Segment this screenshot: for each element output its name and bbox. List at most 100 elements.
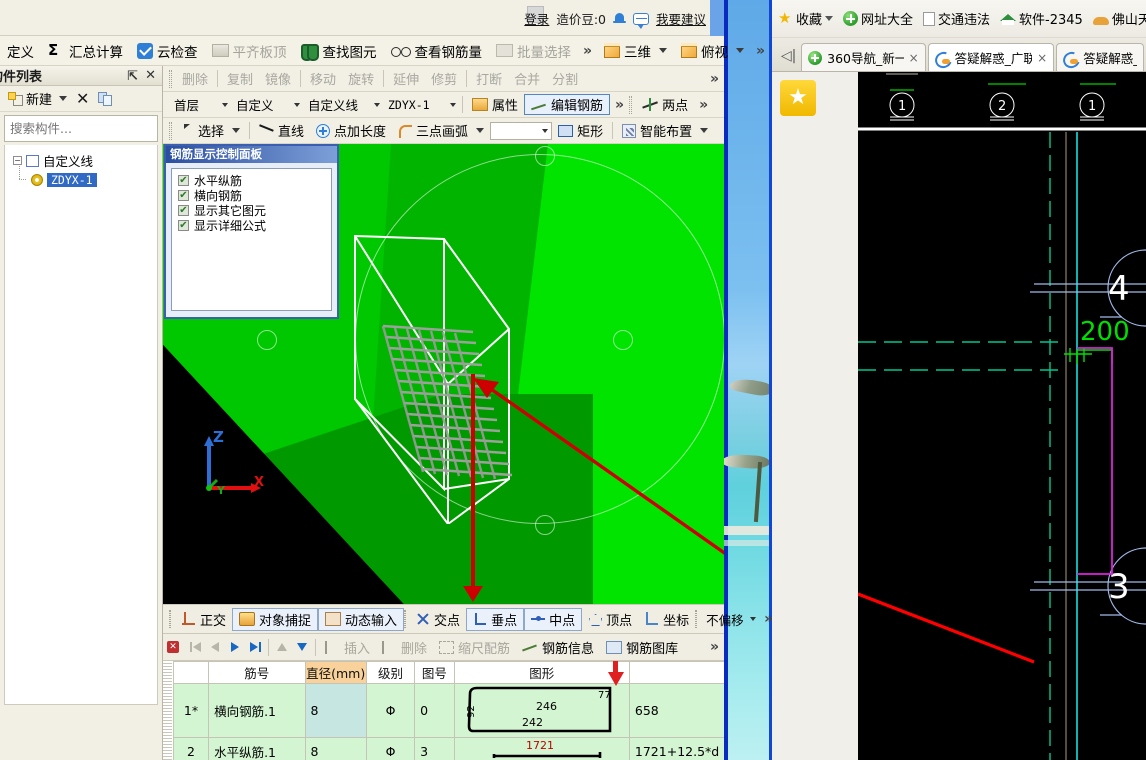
toolbar-grip[interactable] [629, 95, 633, 114]
floor-selector[interactable]: 首层 [169, 95, 231, 114]
col-header-shape[interactable]: 图形 [453, 661, 630, 684]
cell-formula[interactable]: 1721+12.5*d [628, 737, 724, 760]
two-point-overflow[interactable]: » [694, 97, 713, 113]
orbit-handle-top[interactable] [535, 146, 555, 166]
toolbar-grip[interactable] [169, 69, 172, 88]
chevron-down-icon[interactable] [736, 48, 745, 53]
close-icon[interactable]: × [909, 51, 919, 65]
cad-drawing-view[interactable]: 1 2 1 4 3 200 [858, 72, 1146, 760]
chevron-down-icon[interactable] [450, 102, 456, 107]
login-link[interactable]: 登录 [524, 9, 549, 28]
pin-icon[interactable]: ⇱ [127, 69, 138, 84]
chevron-down-icon[interactable] [825, 16, 834, 21]
edit-rebar-button[interactable]: 编辑钢筋 [524, 94, 611, 115]
chevron-down-icon[interactable] [542, 128, 549, 133]
member-selector[interactable]: ZDYX-1 [383, 95, 459, 114]
tool-copy[interactable]: 复制 [221, 68, 259, 90]
tool-point-length[interactable]: 点加长度 [310, 120, 392, 142]
menu-item-summary-calc[interactable]: Σ 汇总计算 [41, 38, 130, 64]
chevron-down-icon[interactable] [374, 102, 380, 107]
first-record-button[interactable] [185, 637, 205, 657]
checkbox-checked-icon[interactable]: ✔ [178, 205, 189, 216]
menu-item-top-view[interactable]: 俯视 [674, 38, 751, 64]
snap-midpoint[interactable]: 中点 [524, 607, 583, 631]
tool-break[interactable]: 打断 [470, 68, 508, 90]
cell-diameter[interactable]: 8 [304, 683, 367, 738]
cell-grade[interactable]: Φ [365, 737, 416, 760]
last-record-button[interactable] [245, 637, 265, 657]
close-icon[interactable]: ✕ [167, 641, 179, 653]
menu-overflow-button-right[interactable]: » [751, 43, 770, 59]
speech-bubble-icon[interactable] [632, 12, 649, 29]
checkbox-row[interactable]: ✔ 显示其它图元 [178, 203, 331, 218]
move-down-button[interactable] [292, 637, 312, 657]
chevron-down-icon[interactable] [232, 128, 241, 133]
tab-qa-second[interactable]: 答疑解惑_ [1056, 43, 1144, 71]
checkbox-row[interactable]: ✔ 水平纵筋 [178, 173, 331, 188]
cell-formula[interactable]: 658 [628, 683, 724, 738]
checkbox-checked-icon[interactable]: ✔ [178, 220, 189, 231]
cell-bar-no[interactable]: 横向钢筋.1 [208, 683, 306, 738]
chevron-down-icon[interactable] [476, 128, 485, 133]
tool-line[interactable]: 直线 [253, 120, 310, 142]
col-header-bar-no[interactable]: 筋号 [208, 661, 306, 684]
bookmark-foshan-weather[interactable]: 佛山天气 [1092, 9, 1146, 28]
delete-x-icon[interactable]: ✕ [76, 90, 89, 106]
chevron-down-icon[interactable] [294, 102, 300, 107]
tool-three-point-arc[interactable]: 三点画弧 [392, 120, 490, 142]
rebar-info-button[interactable]: 钢筋信息 [516, 636, 600, 658]
context-toolbar-overflow[interactable]: » [610, 97, 629, 113]
orbit-handle-left[interactable] [257, 330, 277, 350]
cell-grade[interactable]: Φ [365, 683, 416, 738]
col-header-formula[interactable]: 计算公式 [628, 661, 724, 684]
new-component-button[interactable]: 新建 [8, 89, 68, 108]
tree-item-zdyx1[interactable]: ZDYX-1 [5, 166, 157, 189]
toolbar-grip[interactable] [695, 610, 698, 628]
suggestion-link[interactable]: 我要建议 [656, 9, 706, 28]
prev-record-button[interactable] [205, 637, 225, 657]
snap-vertex[interactable]: 顶点 [582, 608, 638, 631]
menu-item-batch-select[interactable]: 批量选择 [489, 38, 578, 64]
col-header-grade[interactable]: 级别 [365, 661, 416, 684]
insert-row-button[interactable]: 插入 [319, 636, 376, 658]
table-row[interactable]: 1* 横向钢筋.1 8 Φ 0 92 77 246 242 658 [172, 661, 724, 738]
snap-intersection[interactable]: 交点 [410, 608, 466, 631]
tree-expand-icon[interactable]: − [13, 156, 22, 165]
bookmark-traffic-violation[interactable]: 交通违法 [923, 9, 990, 28]
chevron-down-icon[interactable] [750, 617, 757, 621]
cell-diameter[interactable]: 8 [304, 737, 367, 760]
next-record-button[interactable] [225, 637, 245, 657]
cell-bar-no[interactable]: 水平纵筋.1 [208, 737, 306, 760]
tool-rotate[interactable]: 旋转 [342, 68, 380, 90]
scale-rebar-button[interactable]: 缩尺配筋 [433, 636, 516, 658]
snap-dynamic-input[interactable]: 动态输入 [318, 607, 405, 631]
checkbox-checked-icon[interactable]: ✔ [178, 175, 189, 186]
menu-item-cloud-check[interactable]: 云检查 [130, 38, 205, 64]
toolbar-grip[interactable] [169, 121, 172, 140]
snap-coordinate[interactable]: 坐标 [638, 608, 695, 631]
checkbox-row[interactable]: ✔ 横向钢筋 [178, 188, 331, 203]
tab-qa-guanglian[interactable]: 答疑解惑_广联 × [927, 43, 1055, 71]
navbar-overflow[interactable]: » [705, 639, 724, 655]
offset-mode-selector[interactable]: 不偏移 [701, 610, 759, 629]
delete-row-button[interactable]: 删除 [376, 636, 433, 658]
table-row[interactable]: 2 水平纵筋.1 8 Φ 3 1721 1721+12.5*d [172, 737, 724, 760]
category-selector[interactable]: 自定义 [231, 95, 303, 114]
tool-move[interactable]: 移动 [304, 68, 342, 90]
bell-icon[interactable] [612, 12, 626, 26]
col-header-shape-no[interactable]: 图号 [414, 661, 455, 684]
menu-item-3d-view[interactable]: 三维 [597, 38, 674, 64]
col-header-index[interactable] [172, 661, 210, 684]
orbit-handle-right[interactable] [613, 330, 633, 350]
menu-item-view-rebar-qty[interactable]: 查看钢筋量 [384, 38, 490, 64]
tool-extend[interactable]: 延伸 [387, 68, 425, 90]
tab-scroll-back-button[interactable]: ◁| [776, 41, 801, 71]
chevron-down-icon[interactable] [59, 96, 68, 101]
menu-item-find-element[interactable]: 查找图元 [294, 38, 384, 64]
tool-smart-layout[interactable]: 智能布置 [616, 120, 714, 142]
tool-merge[interactable]: 合并 [508, 68, 546, 90]
chevron-down-icon[interactable] [222, 102, 228, 107]
edit-toolbar-overflow[interactable]: » [705, 71, 724, 87]
3d-viewport[interactable]: Z X Y 钢筋显示控制面板 ✔ 水平纵筋 ✔ 横向钢筋 ✔ 显示其它图元 ✔ … [163, 144, 724, 604]
menu-item-flush-slab-top[interactable]: 平齐板顶 [205, 38, 294, 64]
